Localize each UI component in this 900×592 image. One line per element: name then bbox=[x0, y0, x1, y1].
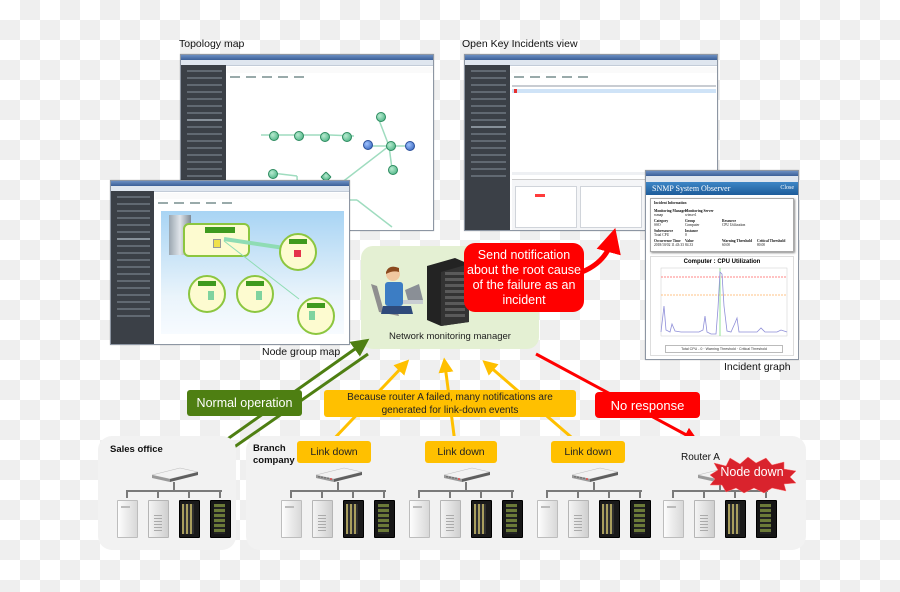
server-tower-white-icon bbox=[281, 500, 302, 538]
notification-arrow bbox=[580, 227, 621, 275]
switch-icon bbox=[443, 467, 491, 482]
node-down-label: Node down bbox=[720, 465, 784, 479]
link-down-label-2: Link down bbox=[425, 441, 497, 463]
branch-network-2 bbox=[402, 466, 523, 546]
branch-network-3 bbox=[530, 466, 651, 546]
normal-operation-label: Normal operation bbox=[187, 390, 302, 416]
server-tower-white-icon bbox=[537, 500, 558, 538]
switch-icon bbox=[571, 467, 619, 482]
server-tower-white-icon bbox=[117, 500, 138, 538]
server-tower-white-icon bbox=[568, 500, 589, 538]
branch-network-1 bbox=[274, 466, 395, 546]
server-rack-black-icon bbox=[179, 500, 200, 538]
switch-icon bbox=[315, 467, 363, 482]
server-tower-white-icon bbox=[409, 500, 430, 538]
server-tower-white-icon bbox=[694, 500, 715, 538]
server-tower-white-icon bbox=[148, 500, 169, 538]
server-tower-white-icon bbox=[312, 500, 333, 538]
link-down-label-3: Link down bbox=[551, 441, 625, 463]
server-rack-black-icon bbox=[502, 500, 523, 538]
server-tower-white-icon bbox=[440, 500, 461, 538]
switch-icon bbox=[151, 467, 199, 482]
server-rack-black-icon bbox=[599, 500, 620, 538]
sales-office-network bbox=[110, 466, 231, 546]
server-rack-black-icon bbox=[210, 500, 231, 538]
server-rack-black-icon bbox=[471, 500, 492, 538]
server-rack-black-icon bbox=[343, 500, 364, 538]
server-rack-black-icon bbox=[630, 500, 651, 538]
many-notifications-label: Because router A failed, many notificati… bbox=[324, 390, 576, 417]
branch-company-label: Branch company bbox=[253, 443, 295, 466]
server-tower-white-icon bbox=[663, 500, 684, 538]
no-response-label: No response bbox=[595, 392, 700, 418]
network-monitoring-diagram: { "captions": { "topology_map": "Topolog… bbox=[0, 0, 900, 592]
server-rack-black-icon bbox=[725, 500, 746, 538]
server-rack-black-icon bbox=[374, 500, 395, 538]
server-rack-black-icon bbox=[756, 500, 777, 538]
link-down-label-1: Link down bbox=[297, 441, 371, 463]
sales-office-label: Sales office bbox=[110, 444, 163, 455]
